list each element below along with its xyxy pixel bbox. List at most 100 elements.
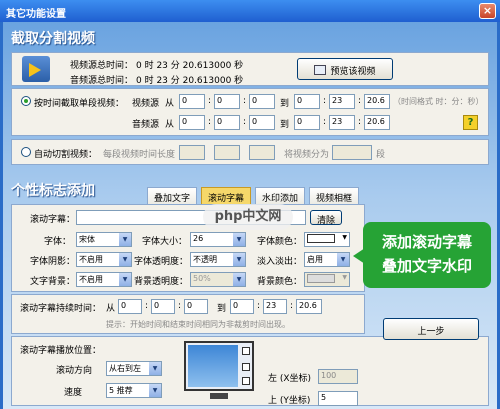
left-coord-input[interactable]: 100 bbox=[318, 369, 358, 384]
video-to-second[interactable]: 20.6 bbox=[364, 94, 390, 109]
subtitle-position-panel: 滚动字幕播放位置： 滚动方向 从右到左 ▼ 速度 5 推荐 ▼ 左 (X坐标) 10… bbox=[11, 336, 489, 406]
video-from-second[interactable]: 0 bbox=[249, 94, 275, 109]
segment-second[interactable] bbox=[249, 145, 275, 160]
sep: : bbox=[243, 117, 247, 127]
bg-select[interactable]: 不启用 ▼ bbox=[76, 272, 132, 287]
fade-select[interactable]: 启用 ▼ bbox=[304, 252, 350, 267]
tab-scrolling-subtitle[interactable]: 滚动字幕 bbox=[201, 187, 251, 204]
duration-from-second[interactable]: 0 bbox=[184, 299, 208, 314]
chevron-down-icon: ▼ bbox=[233, 233, 245, 246]
callout-line-2: 叠加文字水印 bbox=[381, 257, 472, 275]
segment-count[interactable] bbox=[332, 145, 372, 160]
monitor-stand bbox=[210, 393, 228, 399]
tab-video-frame[interactable]: 视频相框 bbox=[309, 187, 359, 204]
font-opacity-select[interactable]: 不透明 ▼ bbox=[190, 252, 246, 267]
help-icon[interactable]: ? bbox=[463, 115, 478, 130]
video-duration-value: 0 时 23 分 20.613000 秒 bbox=[136, 61, 244, 71]
font-select[interactable]: 宋体 ▼ bbox=[76, 232, 132, 247]
left-coord-label: 左 (X坐标) bbox=[268, 374, 312, 384]
position-checkbox[interactable] bbox=[242, 377, 250, 385]
video-from-minute[interactable]: 0 bbox=[214, 94, 240, 109]
font-label: 字体： bbox=[44, 237, 72, 247]
top-coord-input[interactable]: 5 bbox=[318, 391, 358, 406]
sep: : bbox=[257, 301, 261, 311]
preview-button-label: 预览该视频 bbox=[330, 67, 376, 77]
audio-duration-value: 0 时 23 分 20.613000 秒 bbox=[136, 76, 244, 86]
bg-color-picker[interactable]: ▼ bbox=[304, 272, 350, 287]
close-button[interactable]: × bbox=[479, 3, 496, 19]
bg-opacity-value: 50% bbox=[193, 274, 211, 283]
font-opacity-value: 不透明 bbox=[193, 255, 217, 264]
speed-label: 速度 bbox=[64, 388, 83, 398]
callout-line-1: 添加滚动字幕 bbox=[381, 233, 472, 251]
sep: : bbox=[208, 96, 212, 106]
segment-hour[interactable] bbox=[179, 145, 205, 160]
monitor-icon bbox=[314, 65, 327, 75]
shadow-select[interactable]: 不启用 ▼ bbox=[76, 252, 132, 267]
bg-opacity-select[interactable]: 50% ▼ bbox=[190, 272, 246, 287]
color-swatch bbox=[307, 274, 335, 283]
video-to-minute[interactable]: 23 bbox=[329, 94, 355, 109]
font-value: 宋体 bbox=[79, 235, 95, 244]
font-size-label: 字体大小： bbox=[142, 237, 188, 247]
duration-to-hour[interactable]: 0 bbox=[230, 299, 254, 314]
direction-select[interactable]: 从右到左 ▼ bbox=[106, 361, 162, 376]
subtitle-style-panel: 滚动字幕： 清除 字体： 宋体 ▼ 字体大小： 26 ▼ 字体颜色： ▼ 字体阴影：… bbox=[11, 204, 365, 292]
segment-minute[interactable] bbox=[214, 145, 240, 160]
tab-overlay-text[interactable]: 叠加文字 bbox=[147, 187, 197, 204]
chevron-down-icon: ▼ bbox=[233, 253, 245, 266]
by-time-radio[interactable] bbox=[21, 96, 31, 106]
duration-from-minute[interactable]: 0 bbox=[151, 299, 175, 314]
subtitle-duration-panel: 滚动字幕持续时间： 从 0 : 0 : 0 到 0 : 23 : 20.6 提示… bbox=[11, 294, 365, 334]
audio-to-second[interactable]: 20.6 bbox=[364, 115, 390, 130]
capture-section-title: 截取分割视频 bbox=[11, 31, 95, 47]
window-titlebar: 其它功能设置 × bbox=[0, 0, 500, 22]
font-size-select[interactable]: 26 ▼ bbox=[190, 232, 246, 247]
speed-select[interactable]: 5 推荐 ▼ bbox=[106, 383, 162, 398]
watermark-text: php中文网 bbox=[214, 209, 282, 224]
logo-section-title: 个性标志添加 bbox=[11, 183, 95, 199]
audio-to-minute[interactable]: 23 bbox=[329, 115, 355, 130]
watermark-logo: php中文网 bbox=[203, 204, 293, 230]
duration-from-hour[interactable]: 0 bbox=[118, 299, 142, 314]
video-source-label: 视频源 bbox=[132, 99, 160, 109]
position-checkbox[interactable] bbox=[242, 347, 250, 355]
audio-from-minute[interactable]: 0 bbox=[214, 115, 240, 130]
chevron-down-icon: ▼ bbox=[149, 362, 161, 375]
duration-to-minute[interactable]: 23 bbox=[263, 299, 287, 314]
sep: : bbox=[323, 117, 327, 127]
from-label: 从 bbox=[165, 99, 175, 109]
preview-video-button[interactable]: 预览该视频 bbox=[297, 58, 393, 80]
previous-step-button[interactable]: 上一步 bbox=[383, 318, 479, 340]
tab-watermark[interactable]: 水印添加 bbox=[255, 187, 305, 204]
time-format-hint: （时间格式 时：分：秒） bbox=[393, 97, 484, 106]
direction-label: 滚动方向 bbox=[56, 366, 93, 376]
duration-panel: 视频源总时间： 0 时 23 分 20.613000 秒 音频源总时间： 0 时… bbox=[11, 52, 489, 86]
font-size-value: 26 bbox=[193, 234, 204, 243]
position-checkbox[interactable] bbox=[242, 363, 250, 371]
chevron-down-icon: ▼ bbox=[337, 253, 349, 266]
duration-to-second[interactable]: 20.6 bbox=[296, 299, 322, 314]
font-color-picker[interactable]: ▼ bbox=[304, 232, 350, 247]
video-from-hour[interactable]: 0 bbox=[179, 94, 205, 109]
auto-split-panel: 自动切割视频： 每段视频时间长度 将视频分为 段 bbox=[11, 139, 489, 165]
audio-from-second[interactable]: 0 bbox=[249, 115, 275, 130]
auto-split-radio[interactable] bbox=[21, 147, 31, 157]
duration-label: 滚动字幕持续时间： bbox=[20, 304, 102, 314]
film-icon bbox=[22, 56, 50, 82]
chevron-down-icon: ▼ bbox=[233, 273, 245, 286]
audio-to-hour[interactable]: 0 bbox=[294, 115, 320, 130]
direction-value: 从右到左 bbox=[109, 364, 141, 373]
dialog-client: 截取分割视频 视频源总时间： 0 时 23 分 20.613000 秒 音频源总… bbox=[3, 22, 497, 409]
feature-callout: 添加滚动字幕 叠加文字水印 bbox=[363, 222, 491, 288]
chevron-down-icon: ▼ bbox=[119, 253, 131, 266]
sep: : bbox=[145, 301, 149, 311]
audio-source-label: 音频源 bbox=[132, 120, 160, 130]
clear-button[interactable]: 清除 bbox=[310, 210, 342, 226]
bg-color-label: 背景颜色： bbox=[257, 277, 303, 287]
video-to-hour[interactable]: 0 bbox=[294, 94, 320, 109]
speed-value: 5 推荐 bbox=[109, 386, 133, 395]
auto-split-label: 自动切割视频： bbox=[34, 150, 98, 160]
audio-from-hour[interactable]: 0 bbox=[179, 115, 205, 130]
font-color-label: 字体颜色： bbox=[257, 237, 303, 247]
